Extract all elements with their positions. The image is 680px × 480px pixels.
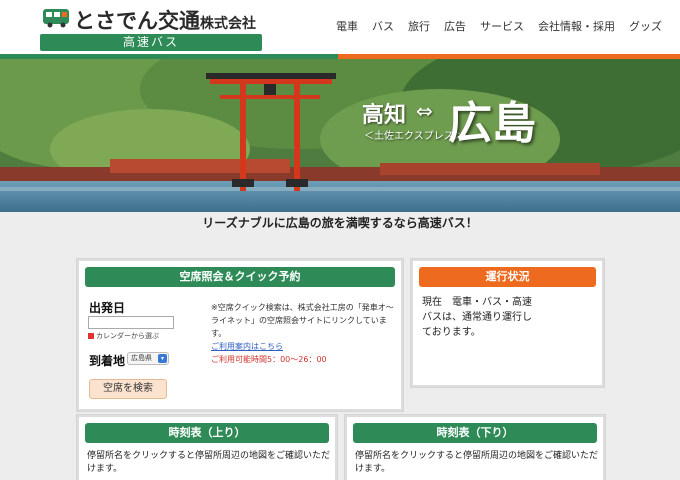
nav-item-services[interactable]: サービス: [480, 18, 524, 34]
nav-item-bus[interactable]: バス: [372, 18, 394, 34]
usage-guide-link[interactable]: ご利用案内はこちら: [211, 342, 283, 351]
status-text: 現在 電車・バス・高速バスは、通常通り運行しております。: [422, 297, 532, 338]
calendar-link[interactable]: カレンダーから選ぶ: [88, 331, 159, 341]
departure-label: 出発日: [89, 301, 126, 315]
booking-heading: 空席照会＆クイック予約: [85, 267, 395, 287]
chevron-down-icon: ▾: [158, 354, 167, 363]
timetable-up-text: 停留所名をクリックすると停留所周辺の地図をご確認いただけます。: [87, 451, 331, 474]
available-hours: ご利用可能時間5：00〜26：00: [211, 355, 327, 364]
nav-item-train[interactable]: 電車: [336, 18, 358, 34]
company-suffix: 株式会社: [200, 16, 256, 32]
page-tagline: リーズナブルに広島の旅を満喫するなら高速バス！: [202, 216, 478, 230]
hero-origin: 高知: [362, 102, 407, 128]
bus-logo-icon: [43, 9, 69, 28]
service-badge: 高速バス: [40, 34, 262, 51]
nav-item-travel[interactable]: 旅行: [408, 18, 430, 34]
nav-item-ads[interactable]: 広告: [444, 18, 466, 34]
quick-search-note-text: ※空席クイック検索は、株式会社工房の「発車オ〜ライネット」の空席照会サイトにリン…: [211, 303, 394, 338]
timetable-up-heading: 時刻表（上り）: [85, 423, 329, 443]
timetable-down-text: 停留所名をクリックすると停留所周辺の地図をご確認いただけます。: [355, 451, 599, 474]
double-arrow-icon: ⇔: [416, 99, 433, 123]
company-name: とさでん交通: [74, 9, 200, 33]
timetable-down-panel: 時刻表（下り） 停留所名をクリックすると停留所周辺の地図をご確認いただけます。: [344, 414, 606, 480]
hero-banner: 高知 ⇔ ＜土佐エクスプレス＞ 広島: [0, 59, 680, 212]
destination-select[interactable]: 広島県 ▾: [127, 352, 169, 365]
hero-destination: 広島: [448, 98, 536, 149]
destination-select-value: 広島県: [131, 354, 152, 362]
status-heading: 運行状況: [419, 267, 596, 287]
timetable-down-heading: 時刻表（下り）: [353, 423, 597, 443]
calendar-icon: [88, 333, 94, 339]
nav-item-company[interactable]: 会社情報・採用: [538, 18, 615, 34]
timetable-up-panel: 時刻表（上り） 停留所名をクリックすると停留所周辺の地図をご確認いただけます。: [76, 414, 338, 480]
operation-status-panel: 運行状況 現在 電車・バス・高速バスは、通常通り運行しております。: [410, 258, 605, 388]
booking-panel: 空席照会＆クイック予約 出発日 カレンダーから選ぶ 到着地 広島県 ▾ 空席を検…: [76, 258, 404, 412]
company-logo-text[interactable]: とさでん交通株式会社: [74, 5, 256, 35]
arrival-label: 到着地: [89, 354, 126, 368]
site-header: とさでん交通株式会社 高速バス 電車 バス 旅行 広告 サービス 会社情報・採用…: [0, 0, 680, 54]
departure-date-input[interactable]: [88, 316, 174, 329]
quick-search-note: ※空席クイック検索は、株式会社工房の「発車オ〜ライネット」の空席照会サイトにリン…: [211, 301, 399, 366]
torii-gate-scene-image: [0, 59, 680, 212]
main-nav: 電車 バス 旅行 広告 サービス 会社情報・採用 グッズ: [336, 18, 662, 34]
calendar-link-label: カレンダーから選ぶ: [96, 332, 159, 340]
nav-item-goods[interactable]: グッズ: [629, 18, 662, 34]
search-seats-button[interactable]: 空席を検索: [89, 379, 167, 399]
